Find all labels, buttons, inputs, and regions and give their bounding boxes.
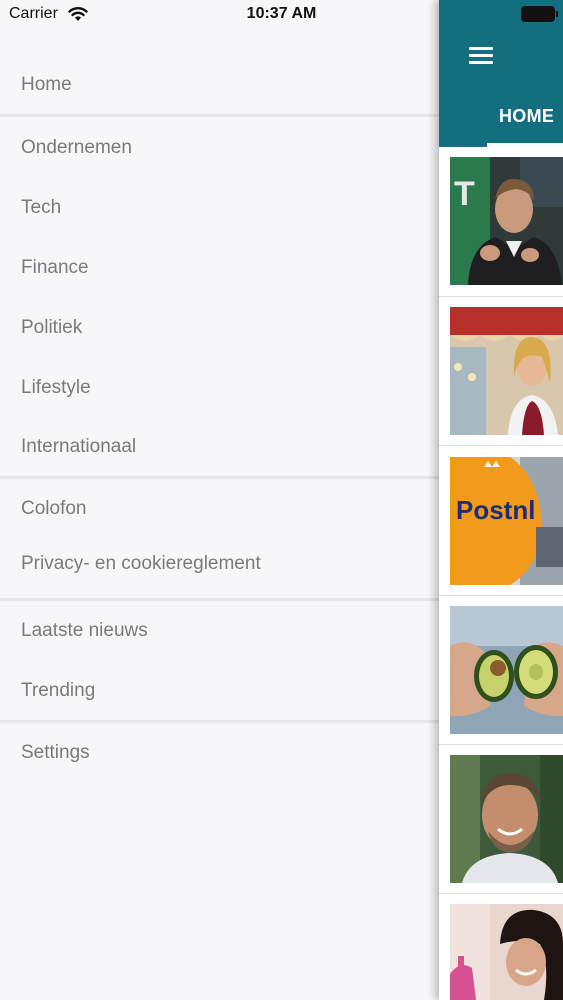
battery-icon xyxy=(521,6,558,22)
clock: 10:37 AM xyxy=(0,5,563,23)
photo-smiling-man-icon xyxy=(450,755,563,883)
article-thumbnail[interactable] xyxy=(450,606,563,734)
photo-postnl-vehicle-icon: Postnl xyxy=(450,457,563,585)
photo-avocado-halves-icon xyxy=(450,606,563,734)
drawer-divider xyxy=(0,114,439,117)
drawer-item-settings[interactable]: Settings xyxy=(21,742,90,764)
drawer-item-trending[interactable]: Trending xyxy=(21,680,95,702)
list-separator xyxy=(439,744,563,745)
photo-woman-carousel-icon xyxy=(450,307,563,435)
article-thumbnail[interactable] xyxy=(450,904,563,1000)
navigation-drawer: Home Ondernemen Tech Finance Politiek Li… xyxy=(0,0,439,1000)
list-separator xyxy=(439,893,563,894)
postnl-logo-text: Postnl xyxy=(456,495,535,525)
tab-home[interactable]: HOME xyxy=(499,106,554,127)
list-separator xyxy=(439,595,563,596)
drawer-divider xyxy=(0,720,439,723)
tab-indicator xyxy=(487,143,563,147)
drawer-item-tech[interactable]: Tech xyxy=(21,197,61,219)
drawer-item-finance[interactable]: Finance xyxy=(21,257,89,279)
drawer-item-laatste-nieuws[interactable]: Laatste nieuws xyxy=(21,620,148,642)
photo-woman-smiling-icon xyxy=(450,904,563,1000)
drawer-item-lifestyle[interactable]: Lifestyle xyxy=(21,377,91,399)
drawer-divider xyxy=(0,476,439,479)
drawer-item-politiek[interactable]: Politiek xyxy=(21,317,82,339)
status-bar: Carrier 10:37 AM xyxy=(0,0,563,30)
drawer-item-internationaal[interactable]: Internationaal xyxy=(21,436,136,458)
menu-icon[interactable] xyxy=(469,47,493,65)
svg-text:T: T xyxy=(454,175,475,213)
article-thumbnail[interactable] xyxy=(450,755,563,883)
drawer-divider xyxy=(0,598,439,601)
drawer-item-home[interactable]: Home xyxy=(21,74,72,96)
list-separator xyxy=(439,296,563,297)
article-thumbnail[interactable]: T xyxy=(450,157,563,285)
article-thumbnail[interactable] xyxy=(450,307,563,435)
drawer-item-ondernemen[interactable]: Ondernemen xyxy=(21,137,132,159)
time-label: 10:37 AM xyxy=(246,5,317,22)
article-thumbnail[interactable]: Postnl xyxy=(450,457,563,585)
photo-man-speaking-icon: T xyxy=(450,157,563,285)
drawer-item-colofon[interactable]: Colofon xyxy=(21,498,87,520)
drawer-item-privacy[interactable]: Privacy- en cookiereglement xyxy=(21,553,261,575)
main-content: HOME T Postnl xyxy=(439,0,563,1000)
list-separator xyxy=(439,445,563,446)
